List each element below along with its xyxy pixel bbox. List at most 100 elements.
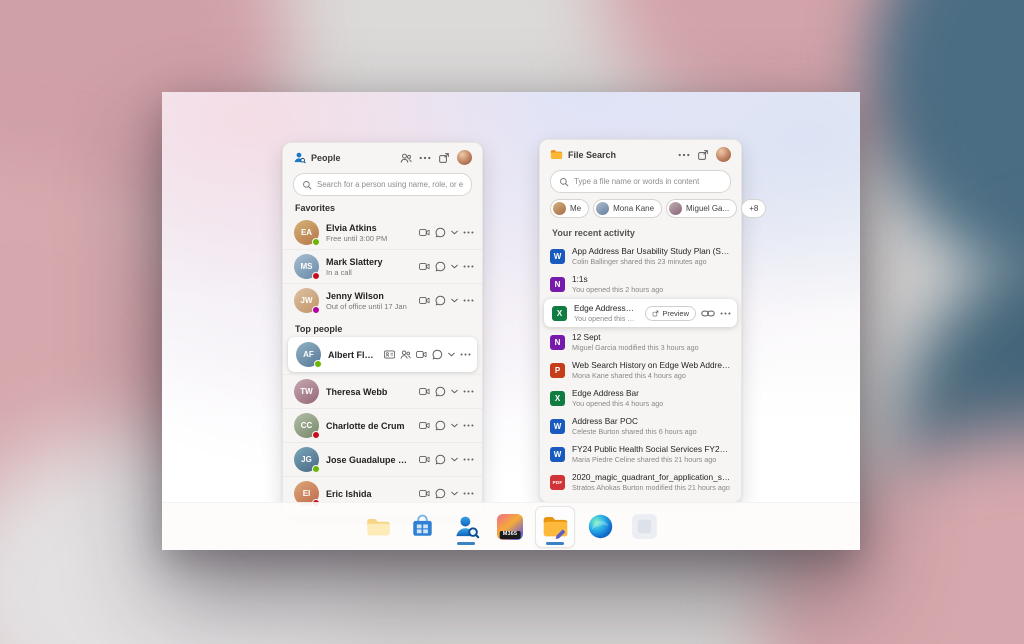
chat-icon[interactable]: [435, 454, 446, 465]
contact-status-text: In a call: [326, 267, 352, 277]
chat-icon[interactable]: [435, 386, 446, 397]
chat-icon[interactable]: [435, 261, 446, 272]
contact-name: Mark Slattery: [326, 256, 383, 267]
more-icon[interactable]: [463, 261, 474, 272]
copy-link-icon[interactable]: [701, 308, 715, 319]
people-header-actions: [400, 150, 472, 165]
more-icon[interactable]: [463, 420, 474, 431]
filter-chip[interactable]: Miguel Ga...: [666, 199, 738, 218]
more-icon[interactable]: [463, 227, 474, 238]
video-icon[interactable]: [416, 349, 427, 360]
m365-icon[interactable]: M365: [491, 507, 529, 547]
file-row[interactable]: N 12 Sept Miguel Garcia modified this 3 ho…: [540, 328, 741, 356]
file-search-input[interactable]: [574, 177, 722, 186]
file-row[interactable]: P Web Search History on Edge Web Address …: [540, 356, 741, 384]
section-label: Top people: [295, 324, 343, 334]
search-icon: [559, 177, 569, 187]
file-list: W App Address Bar Usability Study Plan (S…: [540, 242, 741, 496]
org-chart-icon[interactable]: [400, 349, 411, 360]
more-icon[interactable]: [463, 488, 474, 499]
more-icon[interactable]: [678, 149, 690, 161]
filter-chip[interactable]: Me: [550, 199, 590, 218]
avatar: EA: [294, 220, 320, 246]
ghost-app-icon[interactable]: [625, 507, 663, 547]
edge-icon[interactable]: [581, 507, 619, 547]
file-name: Edge Address Bar: [572, 388, 639, 398]
onenote-file-icon: N: [550, 334, 565, 350]
contact-name: Jose Guadalupe De la Torre: [326, 454, 412, 465]
chevron-down-icon[interactable]: [451, 386, 458, 397]
video-icon[interactable]: [419, 295, 430, 306]
popout-icon[interactable]: [697, 149, 709, 161]
file-meta: Colin Ballinger shared this 23 minutes a…: [572, 257, 707, 266]
video-icon[interactable]: [419, 227, 430, 238]
video-icon[interactable]: [419, 454, 430, 465]
chevron-down-icon[interactable]: [451, 261, 458, 272]
file-search-app-icon: [550, 148, 563, 161]
people-search-box[interactable]: [293, 173, 472, 196]
video-icon[interactable]: [419, 420, 430, 431]
card-icon[interactable]: [384, 349, 395, 360]
avatar: AF: [296, 342, 322, 368]
chat-icon[interactable]: [435, 420, 446, 431]
contact-row[interactable]: EA Elvia Atkins Free until 3:00 PM: [283, 216, 482, 249]
more-icon[interactable]: [463, 454, 474, 465]
chevron-down-icon[interactable]: [451, 454, 458, 465]
file-row[interactable]: PDF 2020_magic_quadrant_for_application_s…: [540, 468, 741, 496]
people-app-icon[interactable]: [447, 507, 485, 547]
video-icon[interactable]: [419, 386, 430, 397]
user-avatar[interactable]: [716, 147, 731, 162]
chevron-down-icon[interactable]: [451, 295, 458, 306]
file-row[interactable]: X Edge Address Bar You opened this 4 hours…: [540, 384, 741, 412]
chevron-down-icon[interactable]: [448, 349, 455, 360]
file-explorer-icon[interactable]: [359, 507, 397, 547]
people-filter-chips: Me Mona Kane Miguel Ga... +8: [540, 197, 767, 220]
chat-icon[interactable]: [435, 488, 446, 499]
contact-row[interactable]: AF Albert Flores: [288, 337, 477, 372]
filter-chip[interactable]: +8: [741, 199, 767, 218]
user-avatar[interactable]: [457, 150, 472, 165]
excel-file-icon: X: [552, 305, 567, 321]
file-row[interactable]: N 1:1s You opened this 2 hours ago: [540, 270, 741, 298]
more-icon[interactable]: [460, 349, 471, 360]
pdf-file-icon: PDF: [550, 474, 565, 490]
file-row[interactable]: W FY24 Public Health Social Services FY24…: [540, 440, 741, 468]
org-chart-icon[interactable]: [400, 152, 412, 164]
contact-row[interactable]: MS Mark Slattery In a call: [283, 249, 482, 283]
preview-button[interactable]: Preview: [645, 305, 696, 321]
file-search-box[interactable]: [550, 170, 731, 193]
presence-available-dot: [311, 464, 320, 473]
file-meta: Miguel Garcia modified this 3 hours ago: [572, 343, 699, 352]
contact-row[interactable]: TW Theresa Webb: [283, 374, 482, 408]
file-row[interactable]: X Edge Addressbar Histo...You opened this…: [544, 299, 737, 327]
popout-icon[interactable]: [438, 152, 450, 164]
video-icon[interactable]: [419, 261, 430, 272]
avatar: MS: [294, 254, 320, 280]
chat-icon[interactable]: [435, 295, 446, 306]
screen-capture: People Favorites EA Elvia AtkinsFree until…: [162, 92, 860, 550]
more-icon[interactable]: [720, 308, 731, 319]
chevron-down-icon[interactable]: [451, 227, 458, 238]
file-search-app-icon[interactable]: [535, 505, 575, 548]
open-preview-icon: [652, 310, 659, 317]
store-icon[interactable]: [403, 507, 441, 547]
contact-row[interactable]: CC Charlotte de Crum: [283, 408, 482, 442]
more-icon[interactable]: [463, 295, 474, 306]
more-icon[interactable]: [419, 152, 431, 164]
desktop: People Favorites EA Elvia AtkinsFree until…: [0, 0, 1024, 644]
chevron-down-icon[interactable]: [451, 420, 458, 431]
filter-chip[interactable]: Mona Kane: [593, 199, 663, 218]
chat-icon[interactable]: [435, 227, 446, 238]
video-icon[interactable]: [419, 488, 430, 499]
more-icon[interactable]: [463, 386, 474, 397]
file-row[interactable]: W Address Bar POC Celeste Burton shared th…: [540, 412, 741, 440]
contact-row[interactable]: JW Jenny Wilson Out of office until 17 Jan: [283, 283, 482, 317]
file-meta: You opened this 2 hours ago: [572, 285, 664, 294]
chat-icon[interactable]: [432, 349, 443, 360]
wallpaper-shape: [870, 0, 1024, 290]
file-row[interactable]: W App Address Bar Usability Study Plan (S…: [540, 242, 741, 270]
chevron-down-icon[interactable]: [451, 488, 458, 499]
people-search-input[interactable]: [317, 180, 463, 189]
contact-row[interactable]: JG Jose Guadalupe De la Torre: [283, 442, 482, 476]
people-list: Favorites EA Elvia Atkins Free until 3:00 P…: [283, 203, 482, 510]
